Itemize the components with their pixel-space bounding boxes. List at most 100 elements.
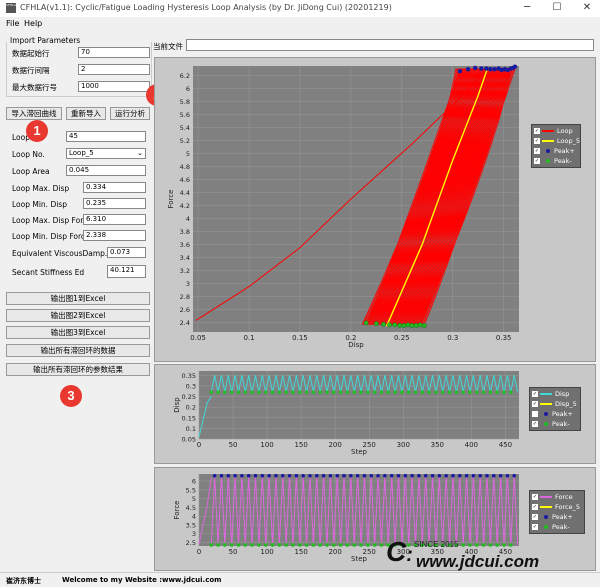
legend-peak-minus[interactable]: ✓ Peak-	[534, 156, 578, 166]
y-tick-label: 0.05	[182, 436, 196, 444]
x-tick-label: 100	[260, 548, 273, 556]
status-author: 崔济东博士	[6, 577, 41, 585]
legend-disp5[interactable]: ✓ Disp_5	[532, 399, 578, 409]
close-button[interactable]: ✕	[574, 0, 600, 17]
row-interval-label: 数据行间隔	[12, 66, 50, 75]
min-disp-label: Loop Min. Disp	[12, 200, 67, 209]
x-tick-label: 0	[197, 441, 201, 449]
x-tick-label: 400	[465, 441, 478, 449]
status-website[interactable]: www.jdcui.com	[162, 576, 221, 584]
menu-file[interactable]: File	[6, 19, 19, 28]
peak-minus-point	[481, 390, 486, 395]
peak-minus-point	[236, 543, 241, 547]
secant-stiffness-field[interactable]: 40.121	[107, 265, 146, 278]
checkbox-icon: ✓	[534, 128, 540, 134]
peak-plus-point	[240, 473, 244, 478]
legend-force5[interactable]: ✓ Force_5	[532, 502, 582, 512]
export-all-results-button[interactable]: 输出所有滞回环的参数结果	[6, 363, 150, 376]
step-badge-3: 3	[60, 385, 82, 407]
peak-plus-point	[226, 473, 231, 478]
legend-disp[interactable]: ✓ Disp	[532, 389, 578, 399]
peak-minus-point	[250, 543, 254, 547]
export-fig2-button[interactable]: 输出图2到Excel	[6, 309, 150, 322]
loop-area-field[interactable]: 0.045	[66, 165, 146, 176]
peak-plus-point	[479, 66, 484, 71]
min-disp-force-field[interactable]: 2.338	[83, 230, 146, 241]
max-row-field[interactable]: 1000	[78, 81, 150, 92]
legend-disp-peak-minus[interactable]: ✓ Peak-	[532, 419, 578, 429]
export-fig3-button[interactable]: 输出图3到Excel	[6, 326, 150, 339]
peak-minus-point	[509, 390, 513, 395]
peak-minus-point	[363, 320, 369, 326]
checkbox-icon: ✓	[532, 494, 538, 500]
peak-plus-point	[472, 65, 478, 71]
peak-plus-point	[294, 473, 299, 478]
checkbox-icon: ✓	[532, 401, 538, 407]
legend-force-peak-plus[interactable]: ✓ Peak+	[532, 512, 582, 522]
loop-count-field[interactable]: 45	[66, 131, 146, 142]
peak-plus-point	[403, 473, 408, 478]
current-file-field[interactable]	[186, 39, 594, 51]
y-axis-label: Disp	[173, 397, 181, 413]
start-row-field[interactable]: 70	[78, 47, 150, 58]
export-all-loops-button[interactable]: 输出所有滞回环的数据	[6, 344, 150, 357]
minimize-button[interactable]: ─	[514, 0, 540, 17]
peak-minus-point	[250, 390, 254, 395]
peak-plus-point	[471, 473, 476, 478]
peak-minus-point	[420, 390, 425, 395]
peak-minus-point	[406, 390, 411, 395]
peak-plus-point	[437, 473, 442, 478]
max-disp-field[interactable]: 0.334	[83, 182, 146, 193]
legend-loop[interactable]: ✓ Loop	[534, 126, 578, 136]
y-tick-label: 6	[192, 478, 196, 486]
peak-minus-point	[461, 543, 465, 547]
max-disp-force-field[interactable]: 6.310	[83, 214, 146, 225]
checkbox-icon: ✓	[534, 148, 540, 154]
peak-minus-point	[243, 390, 248, 395]
peak-plus-point	[301, 473, 305, 478]
export-fig1-button[interactable]: 输出图1到Excel	[6, 292, 150, 305]
peak-minus-point	[277, 390, 282, 395]
run-analysis-button[interactable]: 运行分析	[110, 107, 150, 120]
y-tick-label: 5	[192, 495, 196, 503]
peak-minus-point	[270, 390, 275, 395]
y-tick-label: 0.15	[182, 414, 196, 422]
peak-minus-point	[338, 543, 343, 547]
reimport-button[interactable]: 重新导入	[66, 107, 106, 120]
peak-minus-point	[223, 543, 227, 547]
row-interval-field[interactable]: 2	[78, 64, 150, 75]
peak-minus-point	[291, 543, 295, 547]
min-disp-force-label: Loop Min. Disp Force	[12, 232, 90, 241]
peak-minus-point	[413, 323, 419, 328]
peak-minus-point	[488, 543, 493, 547]
maximize-button[interactable]: ☐	[544, 0, 570, 17]
y-tick-label: 3.6	[180, 241, 190, 249]
viscous-damping-field[interactable]: 0.073	[107, 247, 146, 258]
loop-no-select[interactable]: Loop_5 ⌄	[66, 148, 146, 159]
menu-help[interactable]: Help	[24, 19, 42, 28]
peak-minus-point	[311, 390, 316, 395]
peak-plus-point	[465, 67, 471, 72]
peak-minus-point	[392, 322, 398, 328]
peak-minus-point	[318, 390, 322, 395]
legend-peak-plus[interactable]: ✓ Peak+	[534, 146, 578, 156]
x-tick-label: 0.3	[447, 334, 458, 342]
legend-force-peak-minus[interactable]: ✓ Peak-	[532, 522, 582, 532]
peak-plus-point	[430, 473, 435, 478]
peak-plus-point	[484, 66, 489, 71]
checkbox-icon: ✓	[532, 421, 538, 427]
legend-disp-peak-plus[interactable]: Peak+	[532, 409, 578, 419]
x-tick-label: 150	[294, 548, 307, 556]
hysteresis-chart: 0.05 0.1 0.15 0.2 0.25 0.3 0.352.42.62.833.23.…	[167, 64, 519, 349]
peak-plus-point	[253, 473, 258, 478]
min-disp-field[interactable]: 0.235	[83, 198, 146, 209]
max-row-label: 最大数据行号	[12, 83, 57, 92]
peak-minus-point	[481, 543, 486, 547]
peak-plus-point	[355, 473, 360, 478]
legend-force[interactable]: ✓ Force	[532, 492, 582, 502]
import-curve-button[interactable]: 导入滞回曲线	[6, 107, 62, 120]
loop-no-label: Loop No.	[12, 150, 45, 159]
x-axis-label: Step	[351, 555, 367, 563]
legend-loop5[interactable]: ✓ Loop_5	[534, 136, 580, 146]
peak-plus-point	[457, 68, 463, 74]
